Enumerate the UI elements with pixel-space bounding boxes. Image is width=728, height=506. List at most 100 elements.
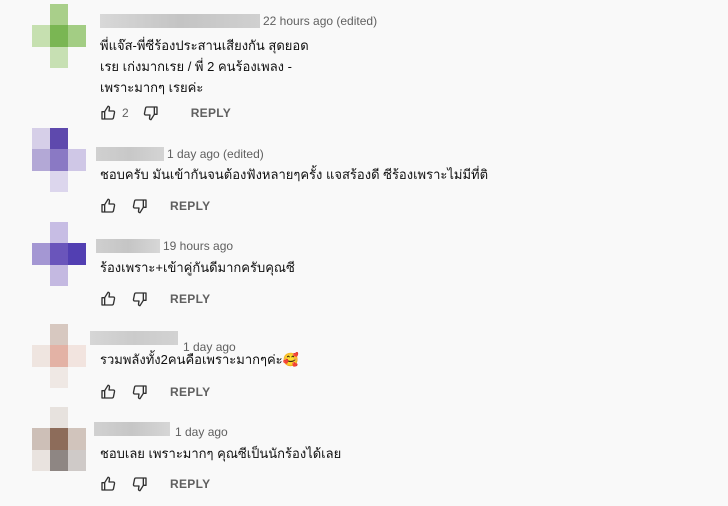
avatar-pixel	[32, 345, 50, 367]
avatar-pixel	[32, 407, 50, 429]
author-name[interactable]	[94, 422, 170, 436]
thumbs-down-icon	[132, 292, 147, 307]
reply-button[interactable]: REPLY	[170, 292, 210, 306]
timestamp[interactable]: 19 hours ago	[163, 239, 233, 253]
avatar-pixel	[50, 264, 68, 286]
thumbs-down-icon	[132, 385, 147, 400]
avatar[interactable]	[32, 4, 86, 68]
comment-text: ร้องเพราะ+เข้าคู่กันดีมากครับคุณซี	[100, 260, 295, 275]
comment-header: 1 day ago (edited)	[96, 145, 264, 163]
avatar-pixel	[50, 25, 68, 47]
thumbs-down-icon	[143, 106, 158, 121]
avatar-pixel	[68, 449, 86, 471]
author-name[interactable]	[96, 239, 160, 253]
comment-header: 1 day ago	[90, 329, 236, 354]
avatar-pixel	[68, 222, 86, 244]
thumbs-down-icon	[132, 199, 147, 214]
comment-header: 19 hours ago	[96, 237, 233, 255]
avatar-pixel	[68, 46, 86, 68]
thumbs-up-icon	[101, 105, 116, 120]
avatar-pixel	[32, 4, 50, 26]
reply-button[interactable]: REPLY	[191, 106, 231, 120]
avatar-pixel	[50, 324, 68, 346]
timestamp[interactable]: 1 day ago	[175, 425, 228, 439]
comment-text: ชอบเลย เพราะมากๆ คุณซีเป็นนักร้องได้เลย	[100, 446, 342, 461]
avatar-pixel	[50, 243, 68, 265]
avatar-pixel	[68, 324, 86, 346]
thumbs-up-icon	[101, 198, 116, 213]
action-bar: REPLY	[100, 196, 210, 216]
reply-button[interactable]: REPLY	[170, 199, 210, 213]
avatar-pixel	[68, 264, 86, 286]
avatar[interactable]	[32, 222, 86, 286]
comment-text: ชอบครับ มันเข้ากันจนต้องฟังหลายๆครั้ง แจ…	[100, 167, 489, 182]
avatar-pixel	[68, 345, 86, 367]
avatar-pixel	[50, 366, 68, 388]
avatar-pixel	[32, 46, 50, 68]
avatar-pixel	[68, 4, 86, 26]
avatar-pixel	[50, 149, 68, 171]
like-button[interactable]	[100, 105, 116, 121]
avatar-pixel	[50, 407, 68, 429]
avatar-pixel	[68, 407, 86, 429]
avatar-pixel	[50, 128, 68, 150]
avatar-pixel	[68, 243, 86, 265]
avatar-pixel	[32, 428, 50, 450]
avatar-pixel	[68, 128, 86, 150]
avatar-pixel	[50, 449, 68, 471]
avatar-pixel	[32, 324, 50, 346]
avatar-pixel	[68, 170, 86, 192]
avatar[interactable]	[32, 324, 86, 388]
avatar-pixel	[50, 170, 68, 192]
thumbs-up-icon	[101, 476, 116, 491]
avatar-pixel	[50, 46, 68, 68]
timestamp[interactable]: 1 day ago (edited)	[167, 147, 264, 161]
action-bar: REPLY	[100, 289, 210, 309]
timestamp[interactable]: 22 hours ago (edited)	[263, 14, 377, 28]
like-button[interactable]	[100, 291, 116, 307]
dislike-button[interactable]	[132, 384, 148, 400]
reply-button[interactable]: REPLY	[170, 385, 210, 399]
avatar[interactable]	[32, 407, 86, 471]
avatar-pixel	[32, 128, 50, 150]
avatar-pixel	[68, 366, 86, 388]
dislike-button[interactable]	[132, 198, 148, 214]
thumbs-up-icon	[101, 384, 116, 399]
comment-header: 1 day ago	[94, 420, 228, 439]
thumbs-up-icon	[101, 291, 116, 306]
dislike-button[interactable]	[132, 476, 148, 492]
avatar-pixel	[32, 149, 50, 171]
comment-text: รวมพลังทั้ง2คนคือเพราะมากๆค่ะ🥰	[100, 352, 299, 367]
author-name[interactable]	[90, 331, 178, 345]
dislike-button[interactable]	[143, 105, 159, 121]
action-bar: 2 REPLY	[100, 103, 231, 123]
reply-button[interactable]: REPLY	[170, 477, 210, 491]
avatar-pixel	[32, 170, 50, 192]
like-count: 2	[122, 106, 129, 120]
avatar-pixel	[50, 4, 68, 26]
avatar-pixel	[50, 428, 68, 450]
dislike-button[interactable]	[132, 291, 148, 307]
avatar-pixel	[50, 345, 68, 367]
like-button[interactable]	[100, 476, 116, 492]
action-bar: REPLY	[100, 474, 210, 494]
avatar-pixel	[32, 222, 50, 244]
avatar[interactable]	[32, 128, 86, 192]
like-button[interactable]	[100, 198, 116, 214]
thumbs-down-icon	[132, 477, 147, 492]
avatar-pixel	[32, 243, 50, 265]
avatar-pixel	[68, 428, 86, 450]
avatar-pixel	[32, 264, 50, 286]
like-button[interactable]	[100, 384, 116, 400]
avatar-pixel	[32, 25, 50, 47]
avatar-pixel	[68, 25, 86, 47]
author-name[interactable]	[100, 14, 260, 28]
comment-text: พี่แจ๊ส-พี่ซีร้องประสานเสียงกัน สุดยอด เ…	[100, 38, 309, 95]
comment-header: 22 hours ago (edited)	[100, 12, 377, 30]
author-name[interactable]	[96, 147, 164, 161]
avatar-pixel	[50, 222, 68, 244]
avatar-pixel	[68, 149, 86, 171]
avatar-pixel	[32, 449, 50, 471]
avatar-pixel	[32, 366, 50, 388]
action-bar: REPLY	[100, 382, 210, 402]
